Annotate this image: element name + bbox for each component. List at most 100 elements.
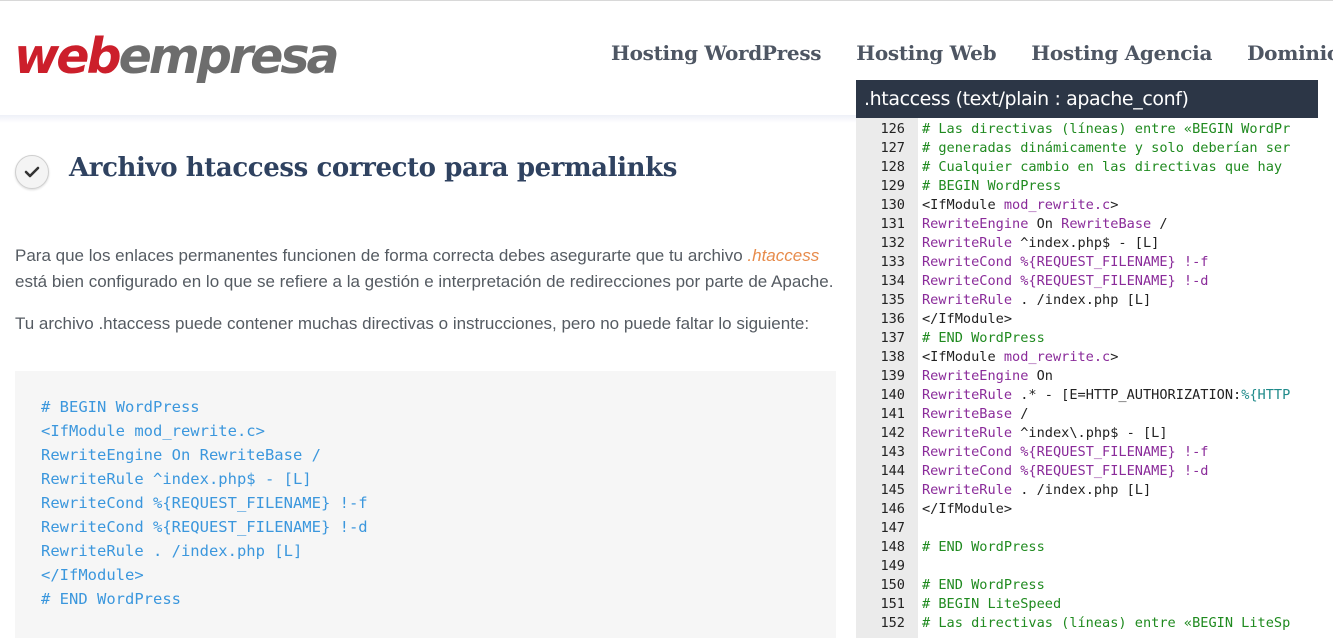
line-number: 128 xyxy=(880,159,905,175)
editor-line[interactable]: 133 RewriteCond %{REQUEST_FILENAME} !-f xyxy=(856,253,1318,272)
code-token: <IfModule xyxy=(922,349,1004,365)
htaccess-highlight: .htaccess xyxy=(747,246,820,265)
editor-line[interactable]: 152 # Las directivas (líneas) entre «BEGI… xyxy=(856,614,1318,633)
article-title: Archivo htaccess correcto para permalink… xyxy=(69,153,677,183)
line-number: 130 xyxy=(880,197,905,213)
check-circle-icon xyxy=(15,155,49,189)
editor-line[interactable]: 142 RewriteRule ^index\.php$ - [L] xyxy=(856,424,1318,443)
line-number: 149 xyxy=(880,558,905,574)
line-number: 144 xyxy=(880,463,905,479)
intro-text-end: está bien configurado en lo que se refie… xyxy=(15,272,834,291)
editor-line[interactable]: 143 RewriteCond %{REQUEST_FILENAME} !-f xyxy=(856,443,1318,462)
nav-dominios[interactable]: Dominios xyxy=(1247,41,1333,65)
nav-hosting-wordpress[interactable]: Hosting WordPress xyxy=(611,41,822,65)
line-number: 139 xyxy=(880,368,905,384)
editor-line[interactable]: 136 </IfModule> xyxy=(856,310,1318,329)
code-token: . /index.php [L] xyxy=(1012,482,1152,498)
header-shadow xyxy=(0,115,856,123)
code-token: %{REQUEST_FILENAME} xyxy=(1020,463,1176,479)
editor-line[interactable]: 150 # END WordPress xyxy=(856,576,1318,595)
line-code: RewriteCond %{REQUEST_FILENAME} !-d xyxy=(922,272,1208,291)
editor-line[interactable]: 134 RewriteCond %{REQUEST_FILENAME} !-d xyxy=(856,272,1318,291)
line-number: 133 xyxy=(880,254,905,270)
code-token: RewriteEngine xyxy=(922,216,1029,232)
line-number: 129 xyxy=(880,178,905,194)
line-number: 151 xyxy=(880,596,905,612)
line-number: 131 xyxy=(880,216,905,232)
code-token: !-f xyxy=(1183,254,1209,270)
code-snippet[interactable]: # BEGIN WordPress <IfModule mod_rewrite.… xyxy=(41,395,368,611)
code-token: > xyxy=(1110,349,1119,365)
line-code: RewriteRule .* - [E=HTTP_AUTHORIZATION:%… xyxy=(922,386,1290,405)
nav-hosting-web[interactable]: Hosting Web xyxy=(856,41,996,65)
editor-line[interactable]: 132 RewriteRule ^index.php$ - [L] xyxy=(856,234,1318,253)
code-token: > xyxy=(1110,197,1119,213)
line-code: </IfModule> xyxy=(922,500,1012,519)
editor-line[interactable]: 140 RewriteRule .* - [E=HTTP_AUTHORIZATIO… xyxy=(856,386,1318,405)
code-token: # Las directivas (líneas) entre «BEGIN L… xyxy=(922,615,1291,631)
editor-line[interactable]: 127 # generadas dinámicamente y solo debe… xyxy=(856,139,1318,158)
code-token: # Cualquier cambio en las directivas que… xyxy=(922,159,1283,175)
editor-line[interactable]: 147 xyxy=(856,519,1318,538)
site-logo[interactable]: webempresa xyxy=(14,27,340,87)
editor-line[interactable]: 145 RewriteRule . /index.php [L] xyxy=(856,481,1318,500)
line-code: RewriteEngine On RewriteBase / xyxy=(922,215,1168,234)
editor-line[interactable]: 126 # Las directivas (líneas) entre «BEGI… xyxy=(856,120,1318,139)
editor-lines[interactable]: 126 # Las directivas (líneas) entre «BEGI… xyxy=(856,120,1318,633)
line-code: RewriteRule . /index.php [L] xyxy=(922,481,1151,500)
code-token: . /index.php [L] xyxy=(1012,292,1152,308)
main-nav: Hosting WordPress Hosting Web Hosting Ag… xyxy=(611,41,1333,65)
line-number: 148 xyxy=(880,539,905,555)
code-token: # END WordPress xyxy=(922,330,1045,346)
line-code: RewriteCond %{REQUEST_FILENAME} !-f xyxy=(922,443,1208,462)
line-number: 135 xyxy=(880,292,905,308)
editor-line[interactable]: 137 # END WordPress xyxy=(856,329,1318,348)
editor-line[interactable]: 144 RewriteCond %{REQUEST_FILENAME} !-d xyxy=(856,462,1318,481)
line-code: # Cualquier cambio en las directivas que… xyxy=(922,158,1282,177)
line-number: 140 xyxy=(880,387,905,403)
editor-line[interactable]: 139 RewriteEngine On xyxy=(856,367,1318,386)
line-code: RewriteCond %{REQUEST_FILENAME} !-d xyxy=(922,462,1208,481)
code-token: RewriteCond xyxy=(922,463,1013,479)
code-token: # generadas dinámicamente y solo debería… xyxy=(922,140,1291,156)
line-code: RewriteRule ^index.php$ - [L] xyxy=(922,234,1159,253)
editor-line[interactable]: 128 # Cualquier cambio en las directivas … xyxy=(856,158,1318,177)
line-number: 134 xyxy=(880,273,905,289)
code-token: On xyxy=(1028,368,1053,384)
line-code: RewriteBase / xyxy=(922,405,1028,424)
code-token: %{REQUEST_FILENAME} xyxy=(1020,444,1176,460)
line-number: 146 xyxy=(880,501,905,517)
code-token: RewriteEngine xyxy=(922,368,1029,384)
code-token: RewriteCond xyxy=(922,273,1013,289)
line-code: # END WordPress xyxy=(922,576,1045,595)
editor-line[interactable]: 131 RewriteEngine On RewriteBase / xyxy=(856,215,1318,234)
nav-hosting-agencia[interactable]: Hosting Agencia xyxy=(1031,41,1212,65)
code-token: RewriteRule xyxy=(922,235,1013,251)
editor-line[interactable]: 138 <IfModule mod_rewrite.c> xyxy=(856,348,1318,367)
line-code: # BEGIN WordPress xyxy=(922,177,1061,196)
code-token: # END WordPress xyxy=(922,577,1045,593)
code-token: RewriteBase xyxy=(1061,216,1152,232)
editor-line[interactable]: 149 xyxy=(856,557,1318,576)
editor-line[interactable]: 146 </IfModule> xyxy=(856,500,1318,519)
code-token: RewriteRule xyxy=(922,482,1013,498)
line-number: 136 xyxy=(880,311,905,327)
code-token: # END WordPress xyxy=(922,539,1045,555)
code-token: RewriteRule xyxy=(922,425,1013,441)
editor-line[interactable]: 148 # END WordPress xyxy=(856,538,1318,557)
line-number: 147 xyxy=(880,520,905,536)
editor-line[interactable]: 130 <IfModule mod_rewrite.c> xyxy=(856,196,1318,215)
code-token: </IfModule> xyxy=(922,311,1013,327)
editor-line[interactable]: 151 # BEGIN LiteSpeed xyxy=(856,595,1318,614)
editor-line[interactable]: 129 # BEGIN WordPress xyxy=(856,177,1318,196)
line-code: # END WordPress xyxy=(922,329,1045,348)
code-token: On xyxy=(1028,216,1062,232)
editor-line[interactable]: 135 RewriteRule . /index.php [L] xyxy=(856,291,1318,310)
editor-line[interactable]: 141 RewriteBase / xyxy=(856,405,1318,424)
code-token: ^index\.php$ - [L] xyxy=(1012,425,1168,441)
